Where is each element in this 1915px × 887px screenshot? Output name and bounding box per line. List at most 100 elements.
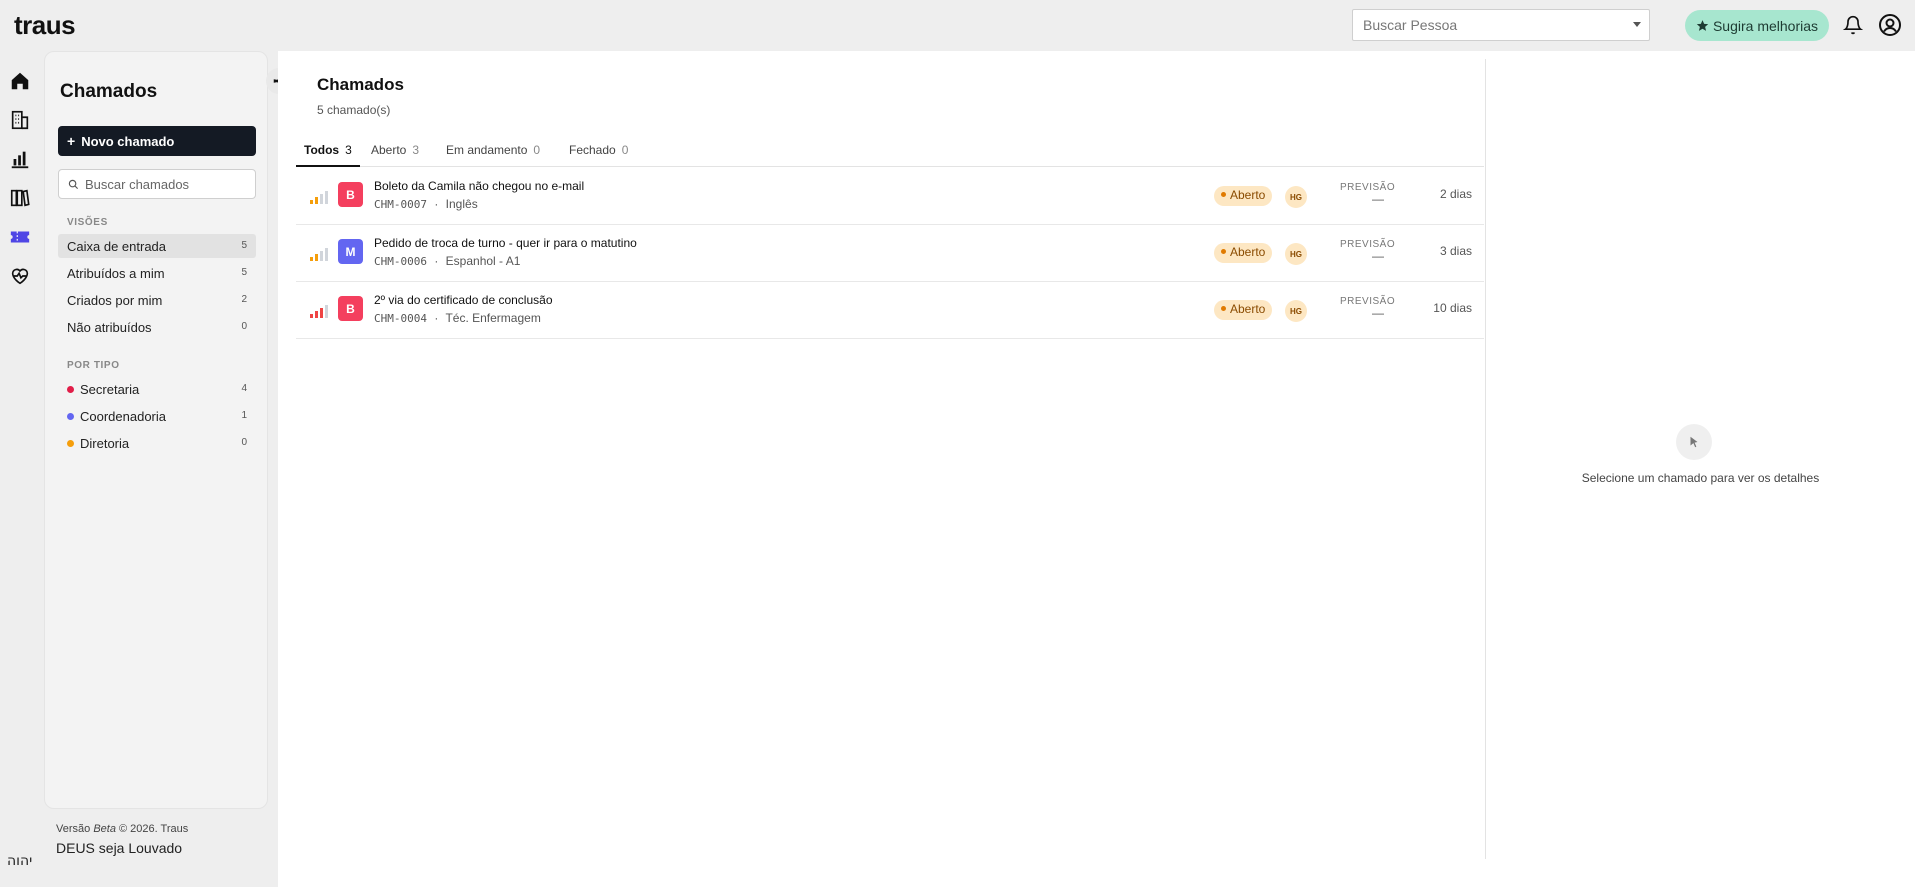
priority-signal-icon (310, 191, 328, 204)
view-count: 5 (241, 240, 247, 251)
ticket-title: Pedido de troca de turno - quer ir para … (374, 236, 637, 250)
view-unassigned[interactable]: Não atribuídos 0 (58, 315, 256, 339)
detail-divider (1485, 59, 1486, 859)
status-label: Aberto (1230, 245, 1266, 259)
tab-in-progress[interactable]: Em andamento 0 (438, 135, 548, 167)
type-diretoria[interactable]: Diretoria 0 (58, 431, 256, 455)
assignee-avatar: HG (1285, 300, 1307, 322)
priority-signal-icon (310, 248, 328, 261)
tab-count: 0 (621, 143, 629, 157)
ticket-code: CHM-0004 (374, 312, 427, 325)
ticket-count-subtitle: 5 chamado(s) (317, 103, 391, 117)
tab-closed[interactable]: Fechado 0 (561, 135, 636, 167)
view-label: Não atribuídos (67, 320, 152, 335)
priority-signal-icon (310, 305, 328, 318)
building-icon[interactable] (9, 109, 31, 131)
view-count: 2 (241, 294, 247, 305)
footer-yhwh: יהוה (7, 853, 33, 869)
tab-label: Fechado (569, 143, 616, 157)
meta-separator: · (434, 197, 439, 211)
page-title: Chamados (317, 75, 404, 94)
top-bar: traus Buscar Pessoa Sugira melhorias (0, 0, 1915, 50)
ticket-age: 3 dias (1439, 244, 1472, 258)
ticket-type-avatar: M (338, 239, 363, 264)
forecast-value: — (1372, 306, 1384, 320)
version-prefix: Versão (56, 823, 91, 835)
ticket-search-placeholder: Buscar chamados (85, 177, 190, 192)
tab-open[interactable]: Aberto 3 (363, 135, 427, 167)
ticket-title: Boleto da Camila não chegou no e-mail (374, 179, 585, 193)
status-tabs: Todos 3 Aberto 3 Em andamento 0 Fechado 0 (296, 135, 1484, 167)
empty-detail-message: Selecione um chamado para ver os detalhe… (1581, 471, 1820, 485)
views-section-label: VISÕES (67, 217, 108, 228)
view-label: Caixa de entrada (67, 239, 167, 254)
view-created-by-me[interactable]: Criados por mim 2 (58, 288, 256, 312)
new-ticket-label: Novo chamado (81, 133, 175, 149)
suggest-label: Sugira melhorias (1712, 17, 1819, 34)
ticket-category: Espanhol - A1 (445, 254, 521, 268)
ticket-age: 2 dias (1439, 187, 1472, 201)
search-icon (68, 179, 79, 190)
forecast-label: PREVISÃO (1340, 239, 1396, 250)
bell-icon[interactable] (1843, 15, 1863, 35)
ticket-type-avatar: B (338, 182, 363, 207)
type-color-dot (67, 413, 74, 420)
cursor-pointer-icon (1676, 424, 1712, 460)
app-logo[interactable]: traus (14, 10, 76, 41)
type-color-dot (67, 386, 74, 393)
ticket-row[interactable]: B Boleto da Camila não chegou no e-mail … (296, 168, 1484, 225)
view-inbox[interactable]: Caixa de entrada 5 (58, 234, 256, 258)
user-account-icon[interactable] (1878, 13, 1902, 37)
chevron-down-icon (1633, 22, 1641, 27)
meta-separator: · (434, 254, 439, 268)
status-dot (1221, 249, 1226, 254)
status-badge: Aberto (1214, 300, 1273, 320)
view-count: 5 (241, 267, 247, 278)
type-coordenadoria[interactable]: Coordenadoria 1 (58, 404, 256, 428)
ticket-row[interactable]: M Pedido de troca de turno - quer ir par… (296, 225, 1484, 282)
ticket-icon[interactable] (9, 226, 31, 248)
home-icon[interactable] (9, 70, 31, 92)
books-icon[interactable] (9, 187, 31, 209)
tab-count: 3 (345, 143, 352, 157)
heart-pulse-icon[interactable] (9, 265, 31, 287)
ticket-code: CHM-0007 (374, 198, 427, 211)
view-count: 0 (241, 321, 247, 332)
tab-label: Todos (304, 143, 340, 157)
type-label: Diretoria (80, 436, 130, 451)
forecast-value: — (1372, 192, 1384, 206)
status-dot (1221, 192, 1226, 197)
main-content: Chamados 5 chamado(s) Todos 3 Aberto 3 Em … (278, 51, 1915, 887)
forecast-label: PREVISÃO (1340, 182, 1396, 193)
ticket-title: 2º via do certificado de conclusão (374, 293, 553, 307)
status-badge: Aberto (1214, 243, 1273, 263)
meta-separator: · (434, 311, 439, 325)
type-secretaria[interactable]: Secretaria 4 (58, 377, 256, 401)
ticket-meta: CHM-0006 · Espanhol - A1 (374, 254, 520, 268)
new-ticket-button[interactable]: + Novo chamado (58, 126, 256, 156)
footer-motto: DEUS seja Louvado (56, 840, 183, 856)
status-dot (1221, 306, 1226, 311)
ticket-meta: CHM-0007 · Inglês (374, 197, 478, 211)
tab-label: Em andamento (446, 143, 528, 157)
ticket-search-input[interactable]: Buscar chamados (58, 169, 256, 199)
type-label: Secretaria (80, 382, 140, 397)
tab-all[interactable]: Todos 3 (296, 135, 360, 167)
ticket-age: 10 dias (1433, 301, 1472, 315)
ticket-row[interactable]: B 2º via do certificado de conclusão CHM… (296, 282, 1484, 339)
ticket-meta: CHM-0004 · Téc. Enfermagem (374, 311, 541, 325)
bar-chart-icon[interactable] (9, 148, 31, 170)
ticket-code: CHM-0006 (374, 255, 427, 268)
person-search-select[interactable]: Buscar Pessoa (1352, 9, 1650, 41)
view-label: Criados por mim (67, 293, 163, 308)
sidebar-title: Chamados (60, 81, 158, 102)
view-label: Atribuídos a mim (67, 266, 165, 281)
type-count: 1 (241, 410, 247, 421)
suggest-improvements-button[interactable]: Sugira melhorias (1685, 10, 1829, 41)
ticket-category: Téc. Enfermagem (445, 311, 541, 325)
types-section-label: POR TIPO (67, 360, 120, 371)
status-label: Aberto (1230, 188, 1266, 202)
type-label: Coordenadoria (80, 409, 167, 424)
person-search-placeholder: Buscar Pessoa (1363, 17, 1458, 33)
view-assigned-to-me[interactable]: Atribuídos a mim 5 (58, 261, 256, 285)
